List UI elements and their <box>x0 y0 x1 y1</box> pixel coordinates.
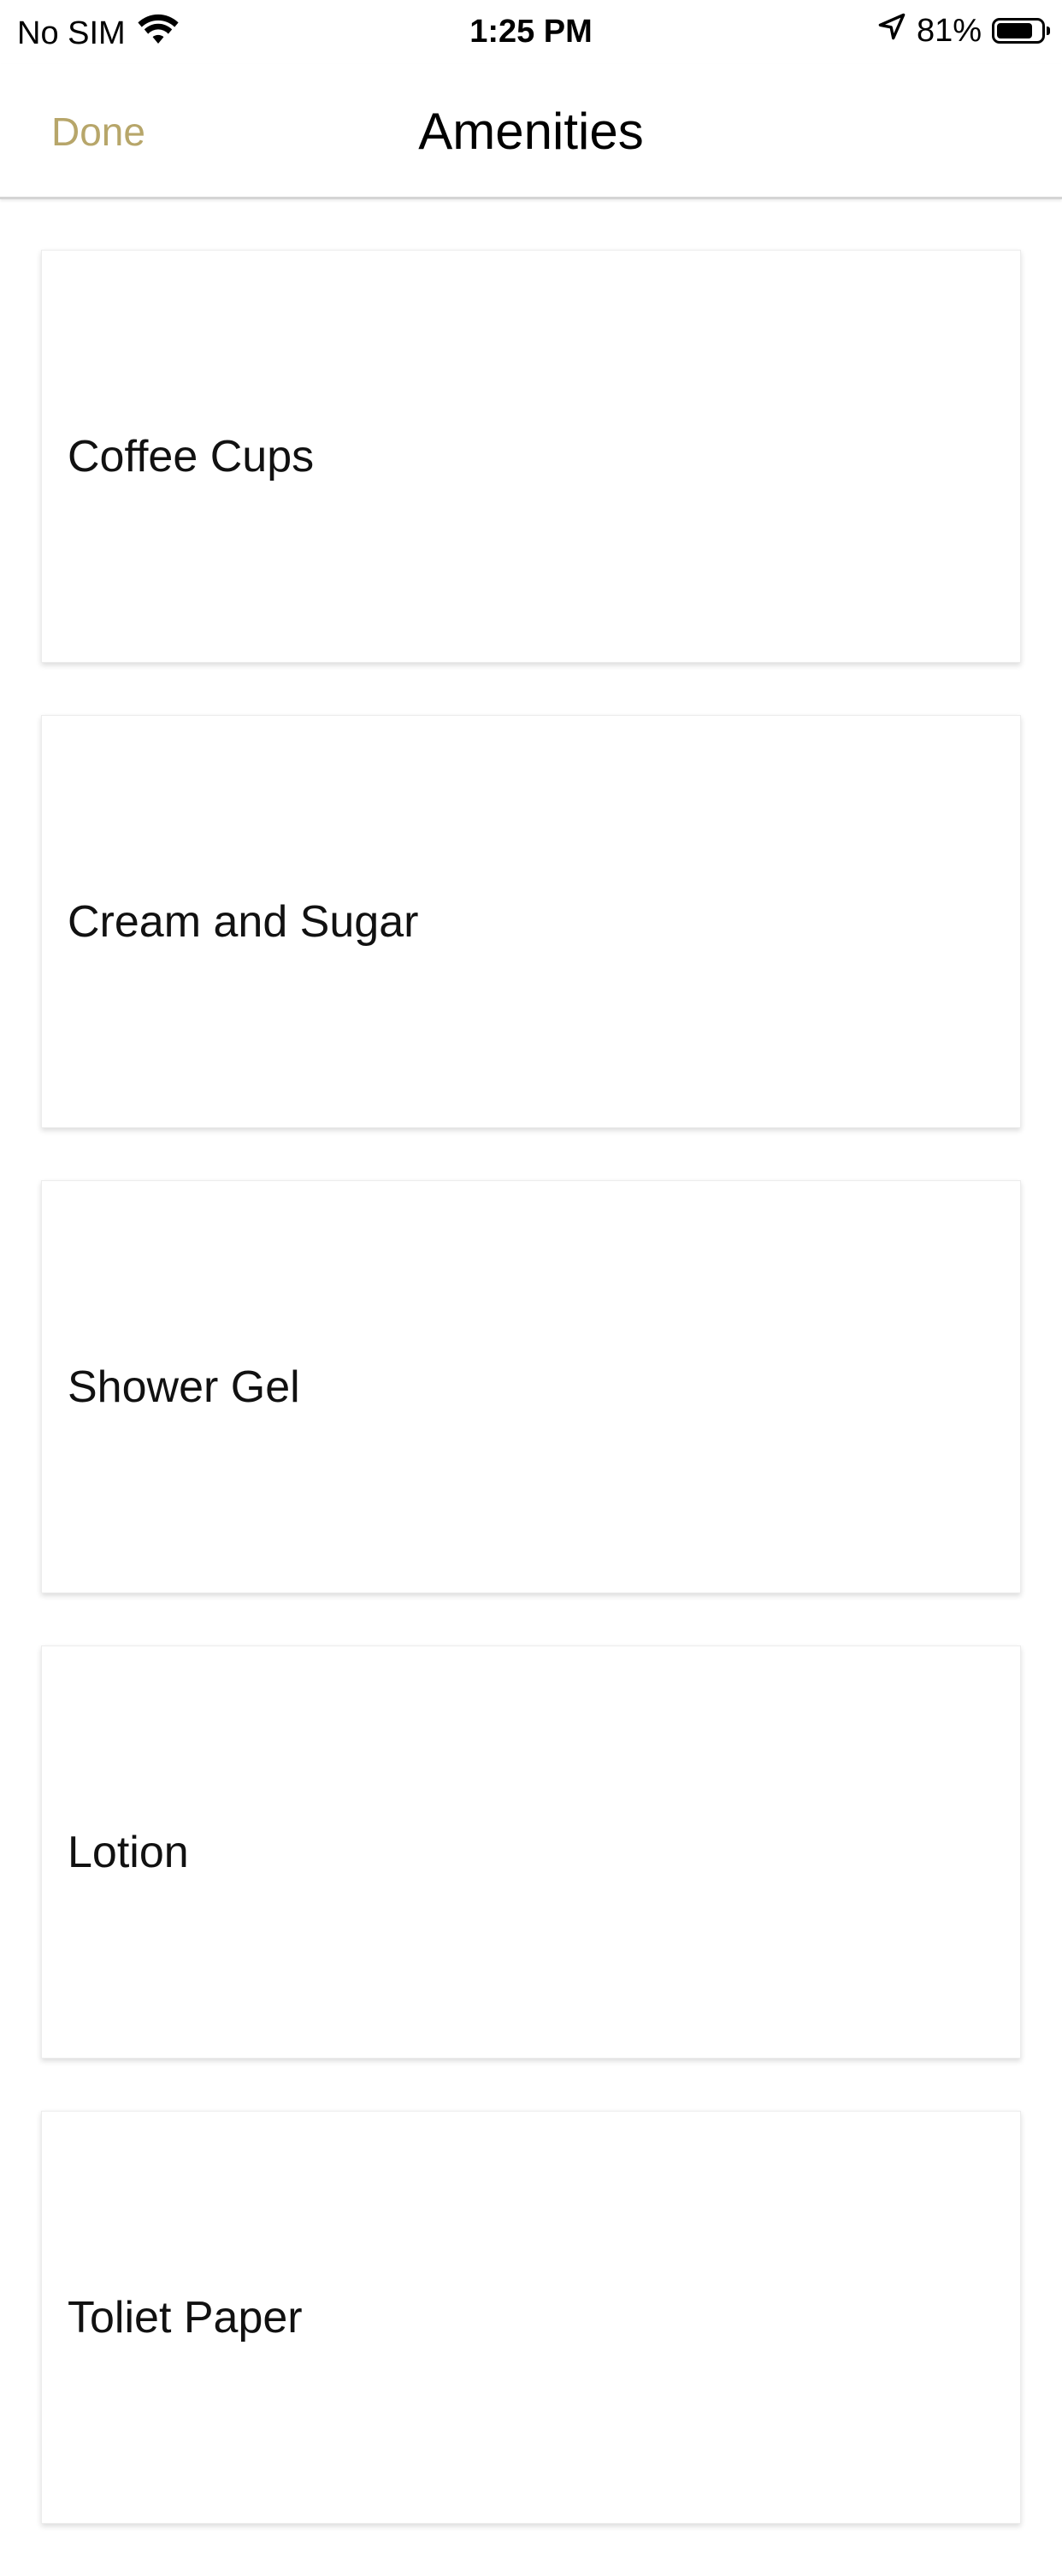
battery-percent: 81% <box>916 12 982 49</box>
status-bar: No SIM 1:25 PM 81% <box>0 0 1062 64</box>
status-right-group: 81% <box>877 12 1050 50</box>
battery-icon <box>992 18 1050 44</box>
page-title: Amenities <box>418 103 644 160</box>
amenity-card-coffee-cups[interactable]: Coffee Cups <box>41 250 1021 663</box>
amenity-label: Cream and Sugar <box>68 896 419 947</box>
amenity-card-shower-gel[interactable]: Shower Gel <box>41 1180 1021 1593</box>
battery-cap <box>1047 27 1050 35</box>
location-arrow-icon <box>877 12 906 50</box>
amenity-card-lotion[interactable]: Lotion <box>41 1645 1021 2059</box>
amenity-label: Shower Gel <box>68 1362 300 1412</box>
amenity-label: Lotion <box>68 1827 189 1877</box>
amenity-label: Coffee Cups <box>68 431 315 482</box>
amenity-label: Toliet Paper <box>68 2292 303 2343</box>
battery-level <box>997 23 1032 38</box>
amenity-card-cream-and-sugar[interactable]: Cream and Sugar <box>41 715 1021 1128</box>
amenity-card-toilet-paper[interactable]: Toliet Paper <box>41 2111 1021 2524</box>
navigation-bar: Done Amenities <box>0 64 1062 199</box>
amenities-list: Coffee Cups Cream and Sugar Shower Gel L… <box>41 250 1021 2576</box>
